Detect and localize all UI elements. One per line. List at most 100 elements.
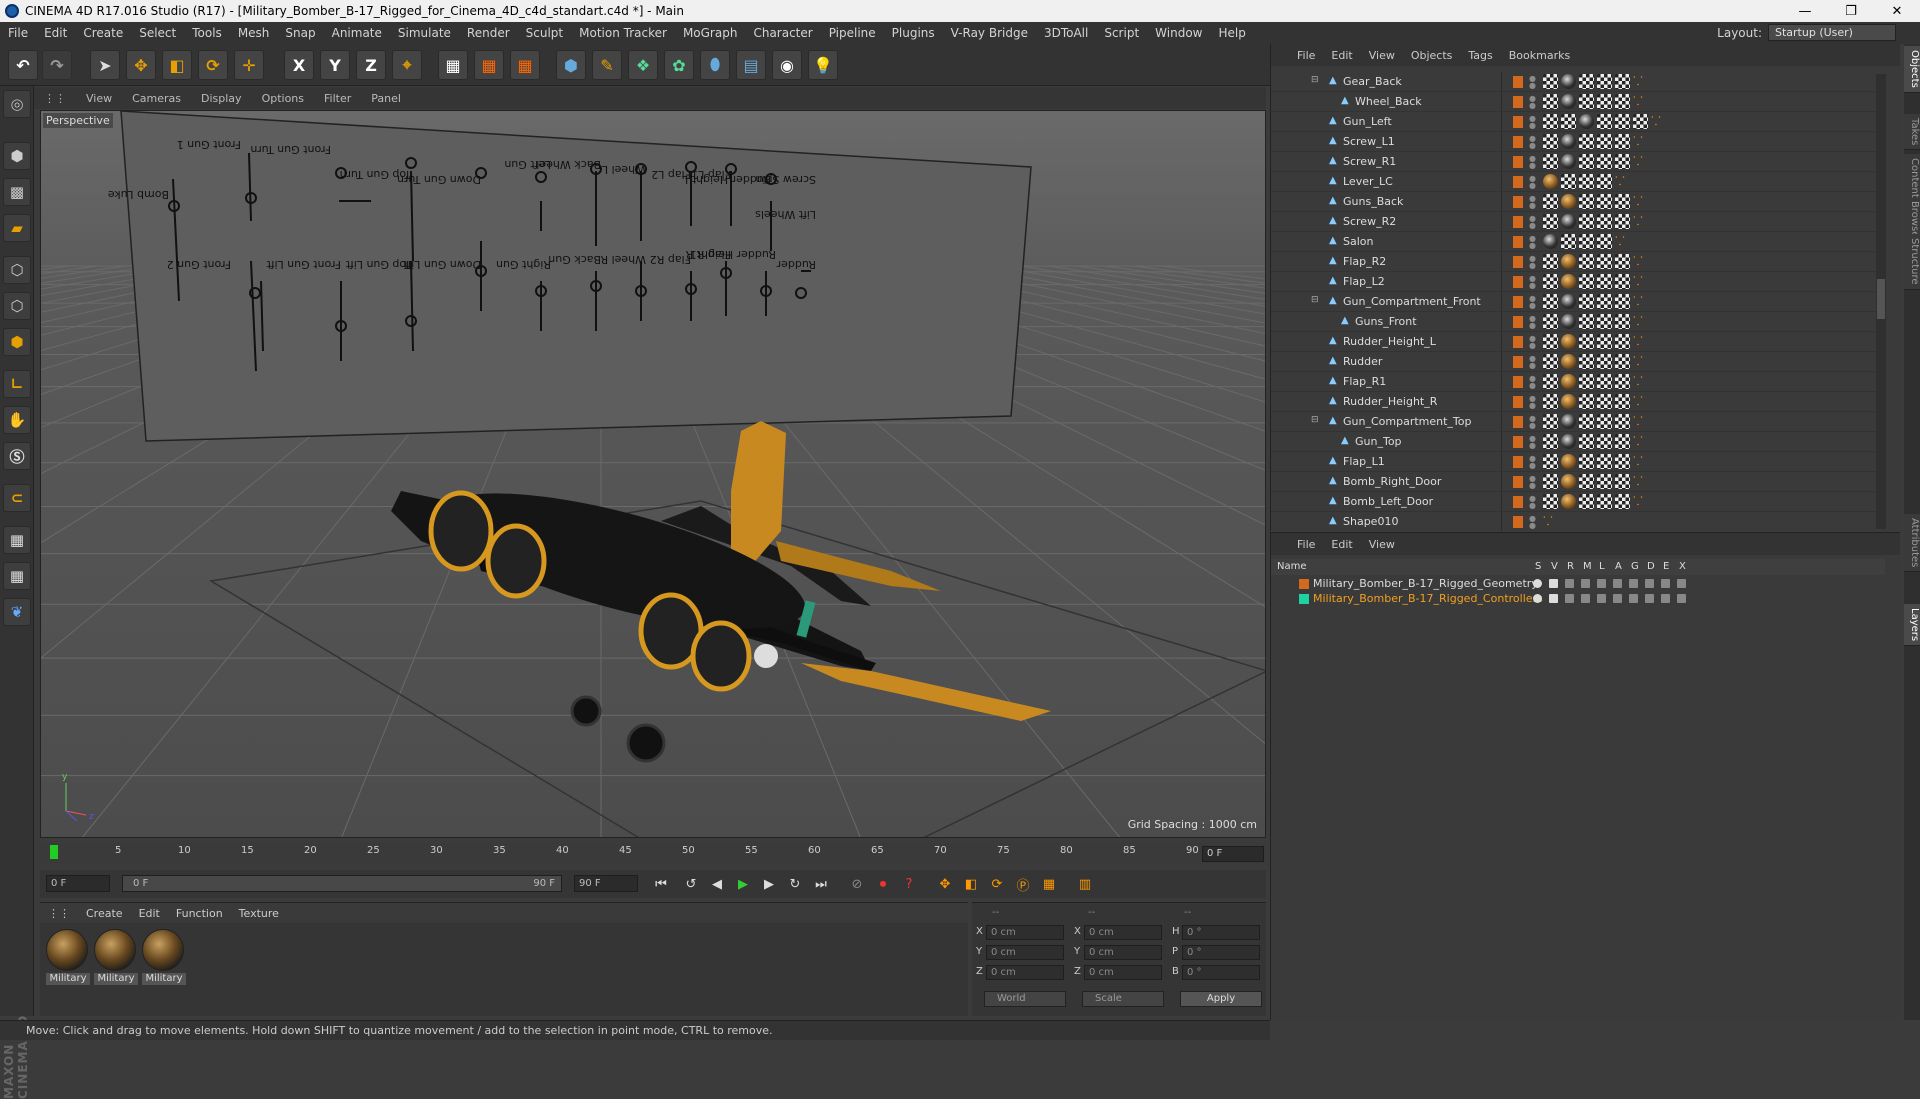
side-tab-structure[interactable]: Structure	[1904, 234, 1920, 290]
texture-mode-icon[interactable]: ▩	[3, 178, 31, 206]
coord-field-b[interactable]: 0 cm	[1084, 965, 1162, 980]
texture-tag-icon[interactable]	[1597, 274, 1612, 289]
texture-tag-icon[interactable]	[1543, 154, 1558, 169]
texture-tag-icon[interactable]	[1597, 314, 1612, 329]
texture-tag-icon[interactable]	[1597, 194, 1612, 209]
render-view-icon[interactable]: ▦	[438, 50, 468, 80]
deformer-icon[interactable]: ⬮	[700, 50, 730, 80]
material-tag-icon[interactable]	[1561, 354, 1576, 369]
tweak-mode-icon[interactable]: ✋	[3, 406, 31, 434]
layer-menu-file[interactable]: File	[1289, 538, 1323, 551]
perspective-viewport[interactable]: Bomb Luke Front Gun 1 Front Gun Turn Top Gu…	[40, 110, 1266, 838]
object-row[interactable]: ▲ Flap_R2 ● ● ⸪	[1271, 252, 1885, 272]
material-tag-icon[interactable]	[1561, 254, 1576, 269]
layer-toggle-icon[interactable]	[1533, 594, 1542, 603]
texture-tag-icon[interactable]	[1597, 174, 1612, 189]
texture-tag-icon[interactable]	[1615, 474, 1630, 489]
texture-tag-icon[interactable]	[1615, 374, 1630, 389]
floor-icon[interactable]: ▤	[736, 50, 766, 80]
visibility-dots[interactable]: ● ●	[1529, 155, 1536, 170]
texture-tag-icon[interactable]	[1597, 134, 1612, 149]
ik-tag-icon[interactable]: ⸪	[1633, 154, 1645, 169]
side-tab-layers[interactable]: Layers	[1904, 604, 1920, 647]
side-tab-objects[interactable]: Objects	[1904, 46, 1920, 93]
menu-motion-tracker[interactable]: Motion Tracker	[571, 26, 675, 40]
key-scale-icon[interactable]: ◧	[960, 874, 982, 894]
record-active-icon[interactable]: ⏺	[872, 874, 894, 894]
layer-color-swatch[interactable]	[1513, 96, 1523, 108]
visibility-dots[interactable]: ● ●	[1529, 375, 1536, 390]
ik-tag-icon[interactable]: ⸪	[1543, 514, 1555, 529]
layer-color-swatch[interactable]	[1513, 436, 1523, 448]
menu-render[interactable]: Render	[459, 26, 518, 40]
points-mode-icon[interactable]: ⬡	[3, 256, 31, 284]
texture-tag-icon[interactable]	[1579, 134, 1594, 149]
playhead[interactable]	[50, 845, 58, 859]
material-swatch[interactable]: Military	[94, 929, 138, 985]
texture-tag-icon[interactable]	[1579, 194, 1594, 209]
layer-column-g[interactable]: G	[1631, 561, 1639, 572]
texture-tag-icon[interactable]	[1597, 154, 1612, 169]
layer-toggle-icon[interactable]	[1581, 594, 1590, 603]
texture-tag-icon[interactable]	[1543, 194, 1558, 209]
layer-color-swatch[interactable]	[1513, 196, 1523, 208]
texture-tag-icon[interactable]	[1543, 394, 1558, 409]
texture-tag-icon[interactable]	[1615, 214, 1630, 229]
texture-tag-icon[interactable]	[1633, 114, 1648, 129]
layer-color-swatch[interactable]	[1513, 176, 1523, 188]
ik-tag-icon[interactable]: ⸪	[1633, 474, 1645, 489]
texture-tag-icon[interactable]	[1543, 114, 1558, 129]
layer-color-swatch[interactable]	[1513, 136, 1523, 148]
coord-field-a[interactable]: 0 cm	[986, 965, 1064, 980]
layer-toggle-icon[interactable]	[1677, 594, 1686, 603]
material-tag-icon[interactable]	[1561, 414, 1576, 429]
texture-tag-icon[interactable]	[1597, 354, 1612, 369]
visibility-dots[interactable]: ● ●	[1529, 335, 1536, 350]
texture-tag-icon[interactable]	[1561, 234, 1576, 249]
layer-toggle-icon[interactable]	[1613, 594, 1622, 603]
object-row[interactable]: ▲ Gun_Left ● ● ⸪	[1271, 112, 1885, 132]
layer-toggle-icon[interactable]	[1661, 579, 1670, 588]
autokey-icon[interactable]: ?	[898, 874, 920, 894]
visibility-dots[interactable]: ● ●	[1529, 435, 1536, 450]
material-tag-icon[interactable]	[1561, 314, 1576, 329]
go-to-end-icon[interactable]: ⏭	[810, 874, 832, 894]
object-row[interactable]: ▲ Screw_R1 ● ● ⸪	[1271, 152, 1885, 172]
texture-tag-icon[interactable]	[1615, 154, 1630, 169]
visibility-dots[interactable]: ● ●	[1529, 315, 1536, 330]
expand-toggle-icon[interactable]: ⊟	[1311, 295, 1319, 305]
next-frame-icon[interactable]: ▶	[758, 874, 780, 894]
material-tag-icon[interactable]	[1543, 234, 1558, 249]
material-menu-edit[interactable]: Edit	[131, 907, 168, 920]
menu-mograph[interactable]: MoGraph	[675, 26, 746, 40]
play-icon[interactable]: ▶	[732, 874, 754, 894]
layer-toggle-icon[interactable]	[1613, 579, 1622, 588]
menu-help[interactable]: Help	[1210, 26, 1253, 40]
texture-tag-icon[interactable]	[1579, 394, 1594, 409]
object-menu-bookmarks[interactable]: Bookmarks	[1501, 49, 1578, 62]
menu-sculpt[interactable]: Sculpt	[518, 26, 571, 40]
layer-toggle-icon[interactable]	[1645, 594, 1654, 603]
layer-toggle-icon[interactable]	[1565, 579, 1574, 588]
material-tag-icon[interactable]	[1561, 154, 1576, 169]
material-tag-icon[interactable]	[1561, 194, 1576, 209]
timeline-window-icon[interactable]: ▥	[1074, 874, 1096, 894]
start-frame-field[interactable]: 0 F	[46, 875, 110, 892]
key-position-icon[interactable]: ✥	[934, 874, 956, 894]
texture-tag-icon[interactable]	[1543, 374, 1558, 389]
menu-character[interactable]: Character	[745, 26, 820, 40]
texture-tag-icon[interactable]	[1561, 114, 1576, 129]
texture-tag-icon[interactable]	[1579, 474, 1594, 489]
layer-column-x[interactable]: X	[1679, 561, 1686, 572]
material-tag-icon[interactable]	[1579, 114, 1594, 129]
visibility-dots[interactable]: ● ●	[1529, 95, 1536, 110]
texture-tag-icon[interactable]	[1597, 454, 1612, 469]
material-tag-icon[interactable]	[1561, 94, 1576, 109]
visibility-dots[interactable]: ● ●	[1529, 115, 1536, 130]
workplane-lock-icon[interactable]: ▦	[3, 526, 31, 554]
preview-range-slider[interactable]: 0 F 90 F	[122, 875, 562, 892]
layer-menu-edit[interactable]: Edit	[1323, 538, 1360, 551]
object-row[interactable]: ▲ Screw_R2 ● ● ⸪	[1271, 212, 1885, 232]
texture-tag-icon[interactable]	[1615, 134, 1630, 149]
ik-tag-icon[interactable]: ⸪	[1633, 134, 1645, 149]
